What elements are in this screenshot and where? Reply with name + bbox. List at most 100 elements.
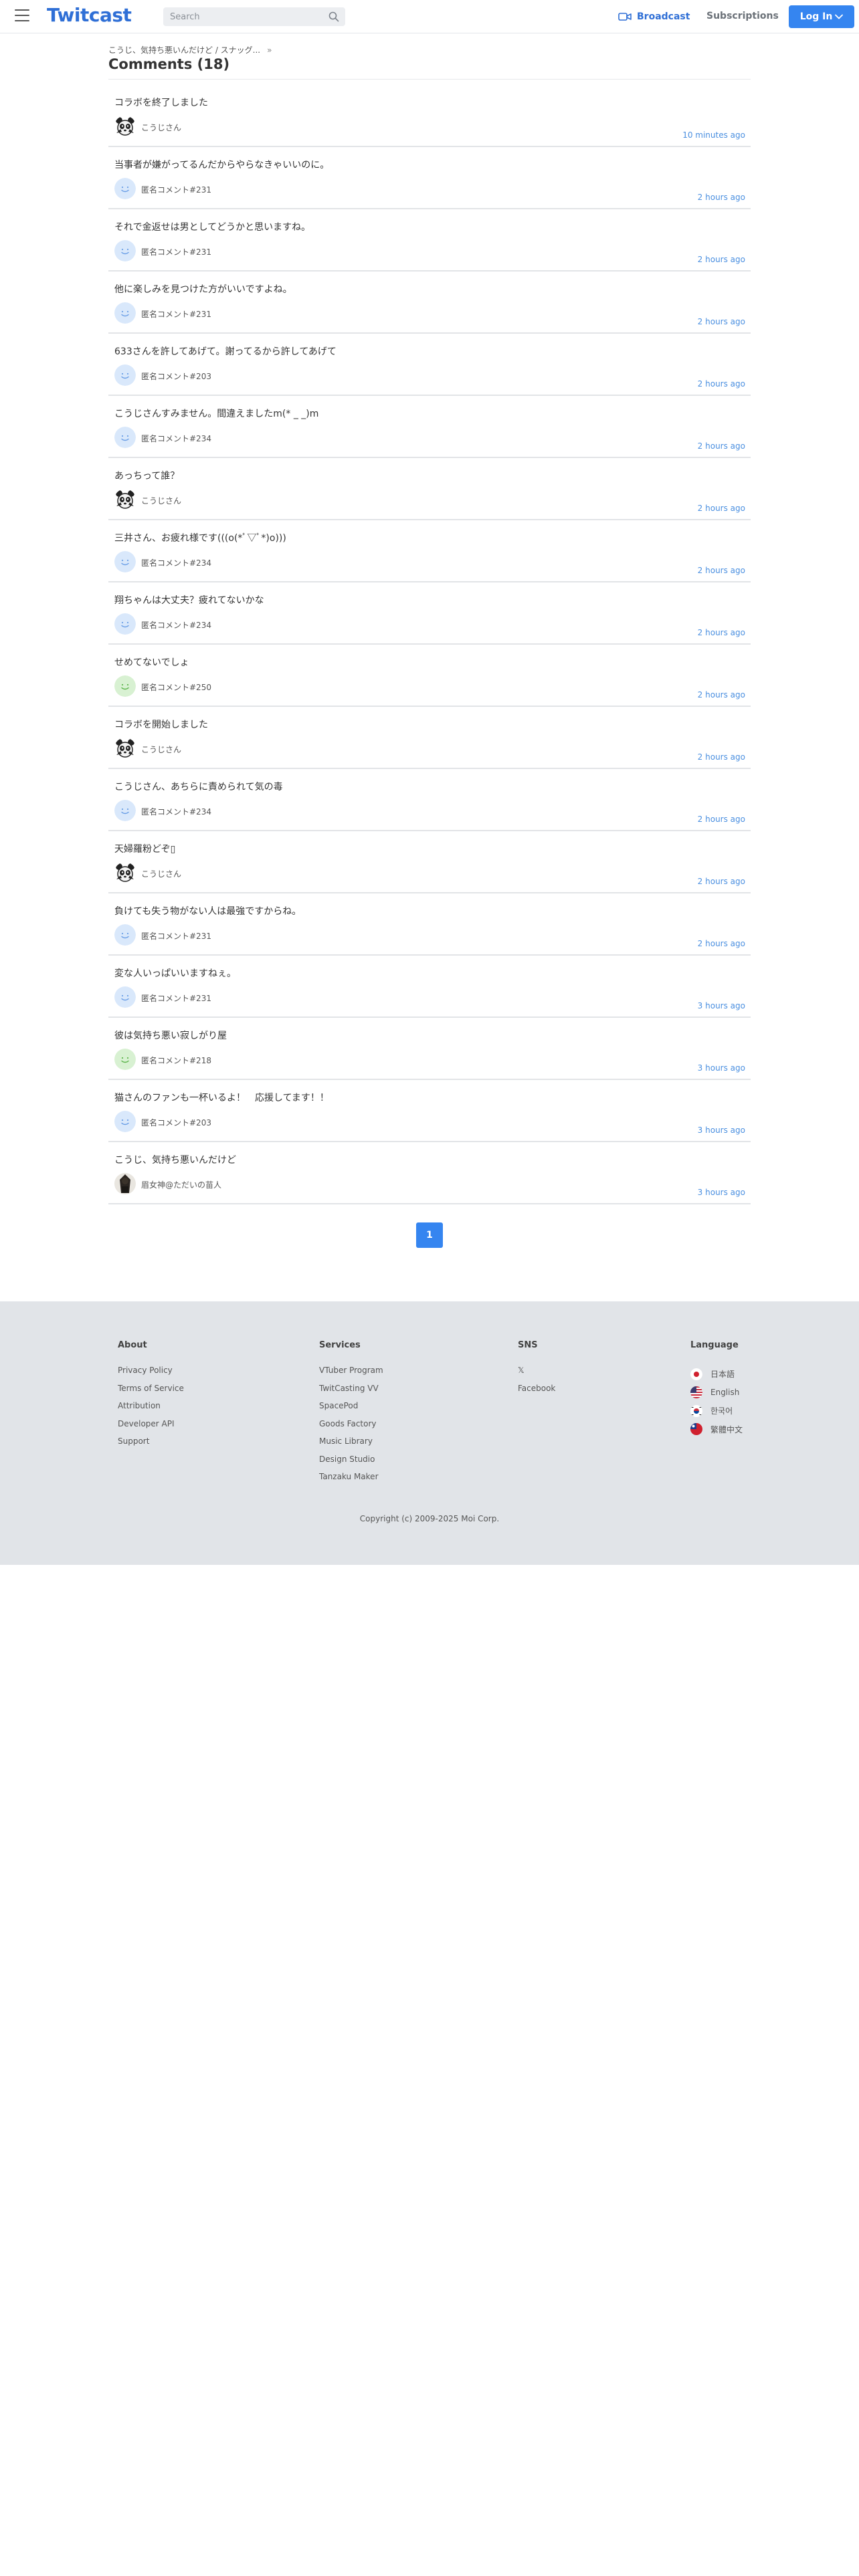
green-smile-avatar-icon <box>114 1049 136 1070</box>
comment-time[interactable]: 2 hours ago <box>698 877 745 886</box>
comment-time[interactable]: 2 hours ago <box>698 815 745 824</box>
comment-time[interactable]: 3 hours ago <box>698 1188 745 1197</box>
tw-flag-icon <box>690 1423 702 1436</box>
comment-author[interactable]: こうじさん <box>141 495 181 506</box>
comment-text: 三井さん、お疲れ様です(((o(*ﾟ▽ﾟ*)o))) <box>114 533 286 544</box>
comment-time[interactable]: 2 hours ago <box>698 441 745 451</box>
comment-time[interactable]: 2 hours ago <box>698 317 745 326</box>
breadcrumb-link[interactable]: こうじ、気持ち悪いんだけど / スナッグ... <box>108 44 260 56</box>
comment-time[interactable]: 2 hours ago <box>698 628 745 637</box>
avatar[interactable] <box>114 800 136 821</box>
avatar[interactable] <box>114 613 136 635</box>
avatar[interactable] <box>114 924 136 946</box>
blue-smile-avatar-icon <box>114 551 136 572</box>
user-photo-avatar-icon <box>114 1173 136 1194</box>
footer-link-developer-api[interactable]: Developer API <box>118 1418 184 1436</box>
comment-author[interactable]: 匿名コメント#218 <box>141 1055 211 1066</box>
comment-author[interactable]: 匿名コメント#203 <box>141 1117 211 1128</box>
comment-author[interactable]: 匿名コメント#234 <box>141 433 211 444</box>
blue-smile-avatar-icon <box>114 613 136 635</box>
language-label: 한국어 <box>710 1406 733 1416</box>
comment-author[interactable]: 匿名コメント#250 <box>141 681 211 693</box>
menu-icon[interactable] <box>15 9 29 23</box>
comment-item: コラボを開始しました こうじさん 2 hours ago <box>108 707 751 769</box>
avatar[interactable] <box>114 364 136 386</box>
avatar[interactable] <box>114 489 136 510</box>
comment-time[interactable]: 3 hours ago <box>698 1125 745 1135</box>
footer-link-music-library[interactable]: Music Library <box>319 1436 383 1454</box>
comment-time[interactable]: 2 hours ago <box>698 193 745 202</box>
comment-author[interactable]: 匿名コメント#231 <box>141 992 211 1004</box>
language-option-zh-tw[interactable]: 繁體中文 <box>690 1420 743 1439</box>
footer-services-heading: Services <box>319 1340 361 1350</box>
comment-text: コラボを終了しました <box>114 98 208 108</box>
comment-time[interactable]: 10 minutes ago <box>682 130 745 140</box>
comment-time[interactable]: 3 hours ago <box>698 1001 745 1010</box>
avatar[interactable] <box>114 551 136 572</box>
broadcast-label: Broadcast <box>637 11 690 22</box>
comment-author[interactable]: 匿名コメント#203 <box>141 370 211 382</box>
comment-time[interactable]: 2 hours ago <box>698 379 745 389</box>
avatar[interactable] <box>114 675 136 697</box>
comment-time[interactable]: 2 hours ago <box>698 690 745 700</box>
comment-time[interactable]: 2 hours ago <box>698 255 745 264</box>
avatar[interactable] <box>114 240 136 261</box>
kr-flag-icon <box>690 1404 702 1417</box>
footer-link-goods-factory[interactable]: Goods Factory <box>319 1418 383 1436</box>
avatar[interactable] <box>114 1173 136 1194</box>
subscriptions-link[interactable]: Subscriptions <box>706 11 779 21</box>
footer-link-terms[interactable]: Terms of Service <box>118 1383 184 1401</box>
footer-link-attribution[interactable]: Attribution <box>118 1400 184 1418</box>
comment-author[interactable]: こうじさん <box>141 122 181 133</box>
avatar[interactable] <box>114 302 136 324</box>
search-icon[interactable] <box>328 11 339 22</box>
comment-text: あっちって誰？ <box>114 471 180 481</box>
comment-time[interactable]: 2 hours ago <box>698 939 745 948</box>
comment-item: せめてないでしょ 匿名コメント#250 2 hours ago <box>108 645 751 707</box>
comment-author[interactable]: 匿名コメント#234 <box>141 806 211 817</box>
search-box[interactable] <box>163 7 345 26</box>
comment-author[interactable]: 匿名コメント#231 <box>141 930 211 942</box>
footer-link-x[interactable]: 𝕏 <box>518 1365 555 1383</box>
language-option-en[interactable]: English <box>690 1384 743 1402</box>
comment-author[interactable]: 匿名コメント#234 <box>141 557 211 568</box>
broadcast-link[interactable]: Broadcast <box>618 9 690 24</box>
comment-time[interactable]: 3 hours ago <box>698 1063 745 1073</box>
comment-time[interactable]: 2 hours ago <box>698 752 745 762</box>
search-input[interactable] <box>170 7 324 26</box>
language-option-ko[interactable]: 한국어 <box>690 1402 743 1420</box>
avatar[interactable] <box>114 1111 136 1132</box>
comment-author[interactable]: 匿名コメント#231 <box>141 308 211 320</box>
language-option-ja[interactable]: 日本語 <box>690 1365 743 1384</box>
avatar[interactable] <box>114 427 136 448</box>
footer-link-spacepod[interactable]: SpacePod <box>319 1400 383 1418</box>
login-button[interactable]: Log In <box>789 5 854 28</box>
footer-link-vtuber[interactable]: VTuber Program <box>319 1365 383 1383</box>
pagination-current-page[interactable]: 1 <box>416 1222 443 1248</box>
panda-avatar-icon <box>114 489 136 510</box>
comment-time[interactable]: 2 hours ago <box>698 566 745 575</box>
avatar[interactable] <box>114 1049 136 1070</box>
comment-author[interactable]: 匿名コメント#231 <box>141 246 211 257</box>
comment-author[interactable]: こうじさん <box>141 868 181 879</box>
comment-author[interactable]: 匿名コメント#234 <box>141 619 211 631</box>
comment-item: 猫さんのファンも一杯いるよ！ 応援してます！！ 匿名コメント#203 3 hou… <box>108 1080 751 1142</box>
footer-link-twitcasting-vv[interactable]: TwitCasting VV <box>319 1383 383 1401</box>
comment-author[interactable]: 眉女神@ただいの苗人 <box>141 1179 221 1190</box>
avatar[interactable] <box>114 178 136 199</box>
footer-link-support[interactable]: Support <box>118 1436 184 1454</box>
footer-link-facebook[interactable]: Facebook <box>518 1383 555 1401</box>
site-logo[interactable]: Twitcast <box>47 4 132 26</box>
comment-item: 天婦羅粉どぞ▯ こうじさん 2 hours ago <box>108 831 751 893</box>
avatar[interactable] <box>114 738 136 759</box>
avatar[interactable] <box>114 116 136 137</box>
footer-link-privacy[interactable]: Privacy Policy <box>118 1365 184 1383</box>
login-label: Log In <box>799 11 833 22</box>
avatar[interactable] <box>114 862 136 883</box>
footer-link-tanzaku-maker[interactable]: Tanzaku Maker <box>319 1471 383 1489</box>
comment-author[interactable]: こうじさん <box>141 744 181 755</box>
comment-author[interactable]: 匿名コメント#231 <box>141 184 211 195</box>
avatar[interactable] <box>114 986 136 1008</box>
comment-time[interactable]: 2 hours ago <box>698 504 745 513</box>
footer-link-design-studio[interactable]: Design Studio <box>319 1454 383 1472</box>
